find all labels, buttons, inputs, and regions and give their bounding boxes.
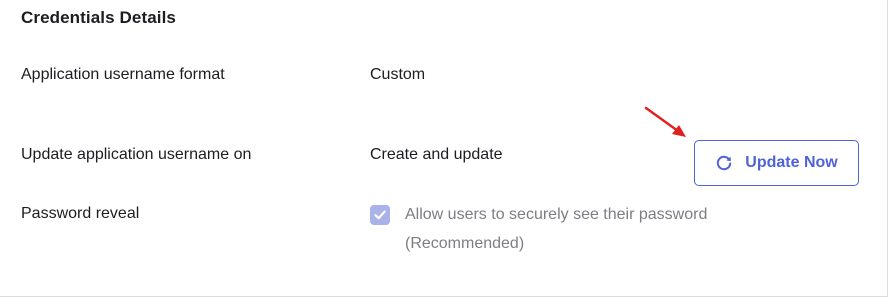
update-now-button[interactable]: Update Now bbox=[694, 140, 859, 186]
refresh-icon bbox=[715, 154, 733, 172]
credentials-details-panel: Credentials Details Application username… bbox=[0, 0, 888, 297]
password-reveal-label: Password reveal bbox=[21, 205, 140, 222]
password-reveal-line1: Allow users to securely see their passwo… bbox=[405, 206, 708, 223]
username-format-value: Custom bbox=[370, 66, 426, 83]
update-username-on-label: Update application username on bbox=[21, 146, 252, 163]
username-format-label: Application username format bbox=[21, 66, 225, 83]
password-reveal-checkbox[interactable] bbox=[370, 205, 390, 225]
checkmark-icon bbox=[374, 210, 386, 220]
update-username-on-value: Create and update bbox=[370, 146, 503, 163]
password-reveal-description: Allow users to securely see their passwo… bbox=[405, 200, 805, 258]
red-arrow-icon bbox=[644, 106, 686, 137]
password-reveal-line2: (Recommended) bbox=[405, 235, 525, 252]
section-title: Credentials Details bbox=[21, 8, 176, 27]
update-now-label: Update Now bbox=[745, 154, 838, 171]
